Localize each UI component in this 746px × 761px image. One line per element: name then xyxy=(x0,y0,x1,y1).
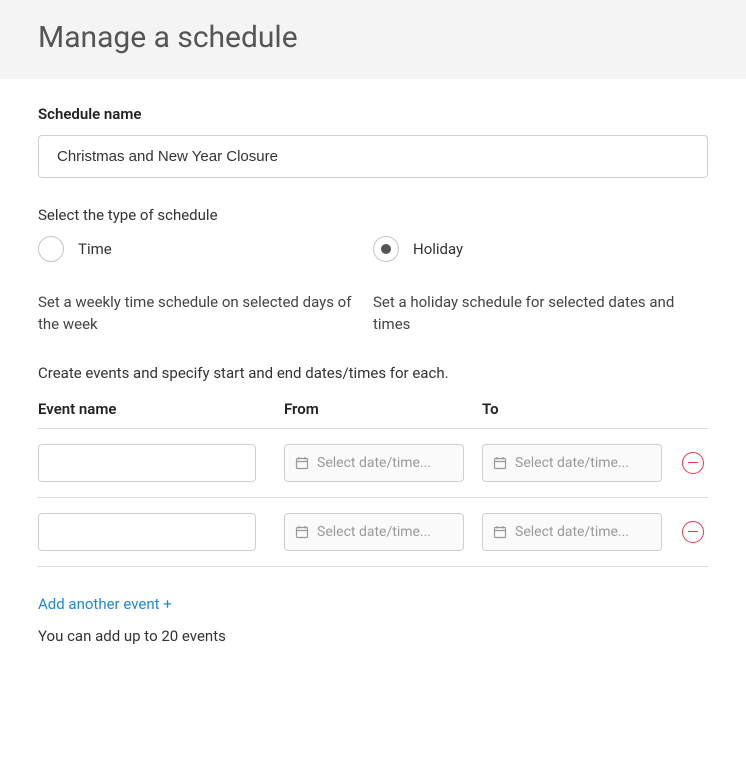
calendar-icon xyxy=(493,525,507,539)
event-row: Select date/time... Select date/time... xyxy=(38,498,708,567)
event-name-input[interactable] xyxy=(38,444,256,482)
column-to: To xyxy=(482,400,680,418)
date-placeholder: Select date/time... xyxy=(515,455,629,471)
event-to-input[interactable]: Select date/time... xyxy=(482,513,662,551)
radio-time[interactable] xyxy=(38,236,64,262)
event-from-input[interactable]: Select date/time... xyxy=(284,444,464,482)
date-placeholder: Select date/time... xyxy=(515,524,629,540)
radio-holiday-label: Holiday xyxy=(413,240,463,258)
column-from: From xyxy=(284,400,482,418)
event-to-input[interactable]: Select date/time... xyxy=(482,444,662,482)
minus-icon xyxy=(688,462,698,464)
calendar-icon xyxy=(295,456,309,470)
add-event-link[interactable]: Add another event + xyxy=(38,595,172,613)
schedule-name-input[interactable] xyxy=(38,135,708,178)
calendar-icon xyxy=(295,525,309,539)
date-placeholder: Select date/time... xyxy=(317,524,431,540)
radio-time-label: Time xyxy=(78,240,112,258)
schedule-name-label: Schedule name xyxy=(38,105,708,123)
holiday-description: Set a holiday schedule for selected date… xyxy=(373,292,708,336)
remove-event-button[interactable] xyxy=(682,452,704,474)
column-event-name: Event name xyxy=(38,400,284,418)
event-name-input[interactable] xyxy=(38,513,256,551)
schedule-type-label: Select the type of schedule xyxy=(38,206,708,224)
event-from-input[interactable]: Select date/time... xyxy=(284,513,464,551)
time-description: Set a weekly time schedule on selected d… xyxy=(38,292,373,336)
minus-icon xyxy=(688,531,698,533)
event-limit-text: You can add up to 20 events xyxy=(38,627,708,645)
date-placeholder: Select date/time... xyxy=(317,455,431,471)
events-intro: Create events and specify start and end … xyxy=(38,364,708,382)
remove-event-button[interactable] xyxy=(682,521,704,543)
event-row: Select date/time... Select date/time... xyxy=(38,429,708,498)
calendar-icon xyxy=(493,456,507,470)
page-title: Manage a schedule xyxy=(38,20,708,55)
radio-holiday[interactable] xyxy=(373,236,399,262)
